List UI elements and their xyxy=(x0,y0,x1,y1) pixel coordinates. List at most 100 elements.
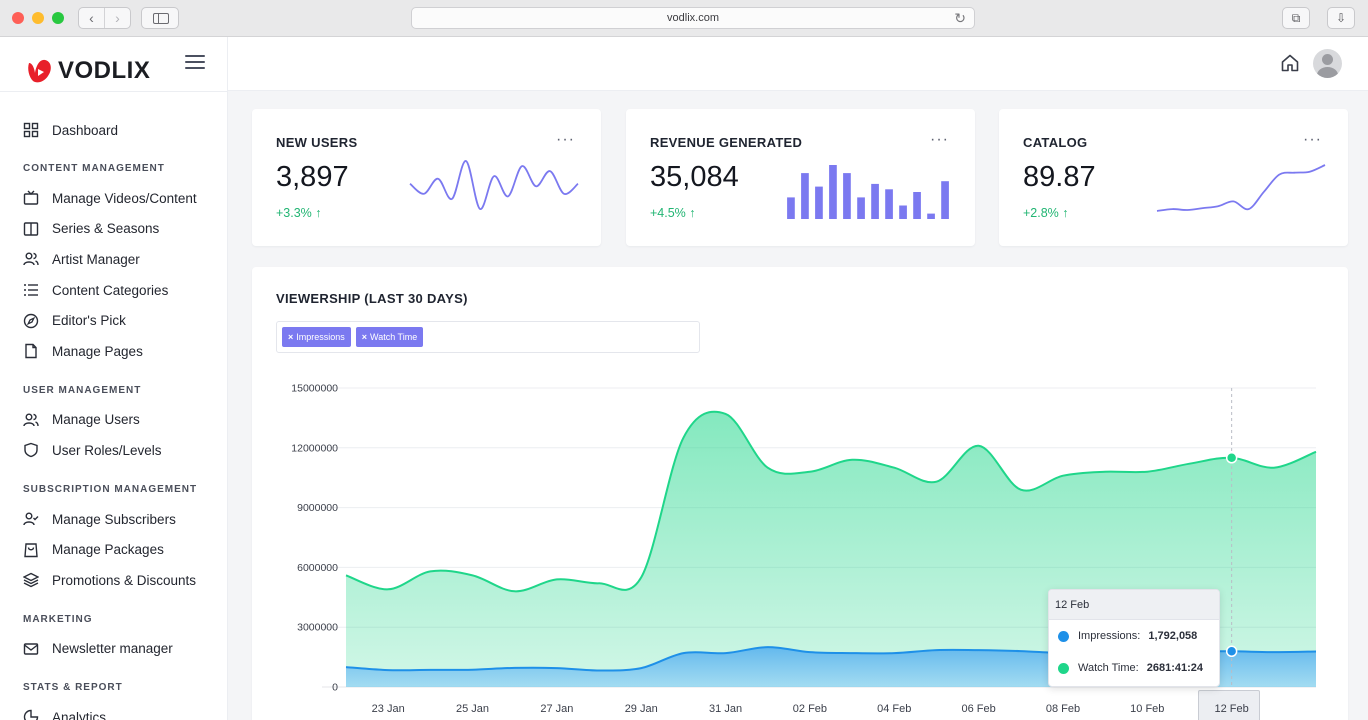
sidebar-item-manage-videos[interactable]: Manage Videos/Content xyxy=(0,183,228,214)
book-icon xyxy=(23,221,39,237)
history-nav: ‹ › xyxy=(78,7,131,29)
y-tick-label: 0 xyxy=(332,682,338,694)
x-tick-label: 04 Feb xyxy=(877,703,911,715)
close-window-button[interactable] xyxy=(12,12,24,24)
chart-tooltip: 12 Feb Impressions: 1,792,058 Watch Time… xyxy=(1048,589,1220,687)
menu-toggle-icon[interactable] xyxy=(185,55,205,71)
minimize-window-button[interactable] xyxy=(32,12,44,24)
sidebar-item-label: Manage Users xyxy=(52,412,140,428)
browser-toolbar: ‹ › vodlix.com ↻ ⧉ ⇩ xyxy=(0,0,1368,37)
sidebar-item-label: Editor's Pick xyxy=(52,313,126,329)
spark-line xyxy=(409,160,579,210)
x-tick-label: 23 Jan xyxy=(372,703,405,715)
stat-value: 3,897 xyxy=(276,161,349,193)
spark-bar xyxy=(843,173,851,219)
forward-icon[interactable]: › xyxy=(104,8,130,28)
spark-bar xyxy=(801,173,809,219)
shield-icon xyxy=(23,442,39,458)
stat-card-revenue: REVENUE GENERATED ··· 35,084 +4.5% ↑ xyxy=(626,109,975,246)
sidebar-item-manage-users[interactable]: Manage Users xyxy=(0,405,228,436)
sidebar-item-user-roles[interactable]: User Roles/Levels xyxy=(0,435,228,466)
sidebar-item-label: Analytics xyxy=(52,709,107,720)
spark-bar xyxy=(815,186,823,219)
vodlix-logo[interactable]: VODLIX xyxy=(26,57,150,85)
sidebar-item-label: Manage Pages xyxy=(52,343,143,359)
downloads-icon[interactable]: ⇩ xyxy=(1327,7,1355,29)
highlight-point xyxy=(1225,452,1238,464)
grid-icon xyxy=(23,122,39,138)
reload-icon[interactable]: ↻ xyxy=(954,8,966,28)
mail-icon xyxy=(23,641,39,657)
file-icon xyxy=(23,343,39,359)
stat-title: REVENUE GENERATED xyxy=(650,135,803,150)
spark-bar xyxy=(941,181,949,219)
stat-value: 89.87 xyxy=(1023,161,1096,193)
stat-value: 35,084 xyxy=(650,161,739,193)
list-icon xyxy=(23,282,39,298)
sidebar-item-label: Content Categories xyxy=(52,282,169,298)
avatar[interactable] xyxy=(1313,49,1342,78)
sidebar-item-series-seasons[interactable]: Series & Seasons xyxy=(0,214,228,245)
sidebar-item-label: Artist Manager xyxy=(52,251,140,267)
tooltip-value: 1,792,058 xyxy=(1148,630,1198,642)
vodlix-logo-icon xyxy=(28,59,51,83)
section-title-content: CONTENT MANAGEMENT xyxy=(23,163,165,174)
x-tick-label: 12 Feb xyxy=(1215,703,1249,715)
url-text: vodlix.com xyxy=(667,12,719,24)
section-title-subscriptions: SUBSCRIPTION MANAGEMENT xyxy=(23,483,198,495)
sidebar-item-label: Manage Subscribers xyxy=(52,511,176,527)
sparkline xyxy=(409,160,579,210)
sidebar-item-content-categories[interactable]: Content Categories xyxy=(0,275,228,306)
divider xyxy=(0,91,228,92)
legend-dot-impressions xyxy=(1058,630,1069,642)
users-icon xyxy=(23,412,39,428)
sidebar-item-label: Manage Videos/Content xyxy=(52,190,197,206)
sidebar-item-promotions[interactable]: Promotions & Discounts xyxy=(0,565,228,596)
address-bar[interactable]: vodlix.com ↻ xyxy=(411,7,975,29)
tabs-overview-icon[interactable]: ⧉ xyxy=(1282,7,1310,29)
sidebar-item-manage-subscribers[interactable]: Manage Subscribers xyxy=(0,504,228,535)
spark-line xyxy=(1156,164,1326,212)
spark-bar xyxy=(927,213,935,219)
users-icon xyxy=(23,251,39,267)
legend-dot-watch-time xyxy=(1058,662,1069,674)
tooltip-row-impressions: Impressions: 1,792,058 xyxy=(1049,620,1219,652)
viewership-chart-card: VIEWERSHIP (LAST 30 DAYS) × Impressions ×… xyxy=(252,267,1348,720)
pie-chart-icon xyxy=(23,709,39,720)
more-options-icon[interactable]: ··· xyxy=(1303,131,1322,149)
x-tick-label: 27 Jan xyxy=(540,703,573,715)
spark-bar xyxy=(787,197,795,219)
sidebar-item-manage-pages[interactable]: Manage Pages xyxy=(0,336,228,367)
x-tick-label: 25 Jan xyxy=(456,703,489,715)
spark-bar xyxy=(899,205,907,219)
x-tick-label: 08 Feb xyxy=(1046,703,1080,715)
stat-title: NEW USERS xyxy=(276,135,358,150)
more-options-icon[interactable]: ··· xyxy=(556,131,575,149)
layers-icon xyxy=(23,572,39,588)
y-tick-label: 12000000 xyxy=(291,442,338,454)
more-options-icon[interactable]: ··· xyxy=(930,131,949,149)
y-tick-label: 15000000 xyxy=(291,383,338,395)
sidebar-item-manage-packages[interactable]: Manage Packages xyxy=(0,534,228,565)
sidebar-item-editors-pick[interactable]: Editor's Pick xyxy=(0,305,228,336)
stat-card-catalog: CATALOG ··· 89.87 +2.8% ↑ xyxy=(999,109,1348,246)
x-tick-label: 29 Jan xyxy=(625,703,658,715)
home-icon[interactable] xyxy=(1280,53,1300,73)
y-tick-label: 3000000 xyxy=(297,622,338,634)
spark-bar xyxy=(913,192,921,219)
section-title-users: USER MANAGEMENT xyxy=(23,384,142,396)
tooltip-row-watch-time: Watch Time: 2681:41:24 xyxy=(1049,652,1219,684)
sidebar-item-newsletter[interactable]: Newsletter manager xyxy=(0,634,228,665)
sidebar-toggle-icon[interactable] xyxy=(141,7,179,29)
sidebar: VODLIX Dashboard CONTENT MANAGEMENT Mana… xyxy=(0,37,228,720)
y-tick-label: 6000000 xyxy=(297,562,338,574)
tooltip-label: Watch Time: xyxy=(1078,662,1139,674)
sidebar-item-label: User Roles/Levels xyxy=(52,442,162,458)
sidebar-item-artist-manager[interactable]: Artist Manager xyxy=(0,244,228,275)
sidebar-item-dashboard[interactable]: Dashboard xyxy=(0,115,228,145)
sidebar-item-analytics[interactable]: Analytics xyxy=(0,702,228,720)
zoom-window-button[interactable] xyxy=(52,12,64,24)
stat-title: CATALOG xyxy=(1023,135,1088,150)
stat-card-new-users: NEW USERS ··· 3,897 +3.3% ↑ xyxy=(252,109,601,246)
back-icon[interactable]: ‹ xyxy=(79,8,104,28)
